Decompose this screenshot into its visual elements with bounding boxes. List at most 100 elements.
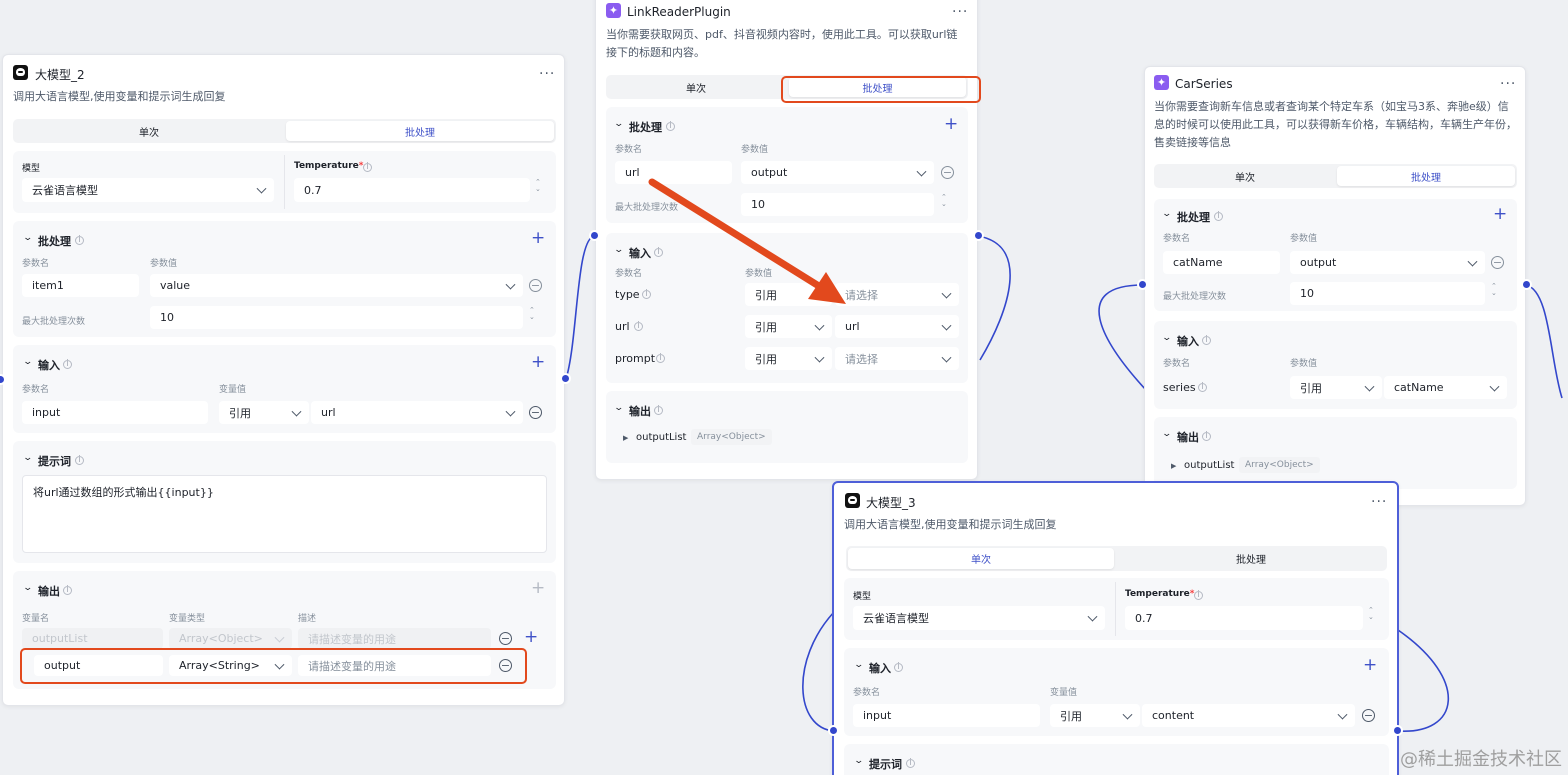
- add-icon[interactable]: +: [531, 580, 545, 597]
- tab-single[interactable]: 单次: [15, 121, 283, 141]
- max-batch-stepper[interactable]: ⌃ ⌄: [529, 307, 535, 321]
- remove-icon[interactable]: −: [1491, 256, 1504, 269]
- port-handle[interactable]: [1521, 279, 1532, 290]
- batch-section: ⌄ 批处理 i + 参数名 参数值 item1 value − 最大批处理次数 …: [13, 221, 556, 337]
- add-icon[interactable]: +: [524, 629, 538, 646]
- remove-icon[interactable]: −: [529, 279, 542, 292]
- expand-icon[interactable]: ▶: [623, 434, 628, 442]
- remove-icon[interactable]: −: [941, 166, 954, 179]
- tab-single[interactable]: 单次: [848, 548, 1114, 569]
- plugin-icon: ✦: [606, 3, 621, 18]
- more-icon[interactable]: ···: [1371, 495, 1387, 509]
- chevron-down-icon[interactable]: ⌄: [1161, 209, 1172, 219]
- input-value-select[interactable]: url: [835, 315, 959, 338]
- max-batch-label: 最大批处理次数: [615, 203, 679, 213]
- model-value: 云雀语言模型: [863, 612, 929, 625]
- chevron-down-icon[interactable]: ⌄: [22, 453, 33, 463]
- batch-param-value-select[interactable]: output: [741, 161, 934, 184]
- more-icon[interactable]: ···: [539, 67, 555, 81]
- temperature-stepper[interactable]: ⌃ ⌄: [1368, 607, 1374, 621]
- batch-param-name-input[interactable]: url: [615, 161, 732, 184]
- node-llm-2[interactable]: 大模型_2 ··· 调用大语言模型,使用变量和提示词生成回复 单次 批处理 模型…: [2, 54, 565, 706]
- remove-icon[interactable]: −: [1362, 709, 1375, 722]
- chevron-down-icon: [814, 288, 825, 299]
- prompt-textarea[interactable]: 将url通过数组的形式输出{{input}}: [22, 475, 547, 553]
- model-label: 模型: [22, 164, 41, 174]
- expand-icon[interactable]: ▶: [1171, 462, 1176, 470]
- batch-param-value-select[interactable]: output: [1290, 251, 1485, 274]
- chevron-down-icon[interactable]: ⌄: [853, 756, 864, 766]
- port-handle[interactable]: [973, 230, 984, 241]
- add-icon[interactable]: +: [531, 354, 545, 371]
- max-batch-stepper[interactable]: ⌃ ⌄: [941, 194, 947, 208]
- input-value-select[interactable]: catName: [1384, 376, 1507, 399]
- param-value-label: 参数值: [741, 145, 769, 155]
- input-value-select[interactable]: 请选择: [835, 283, 959, 306]
- port-handle[interactable]: [560, 373, 571, 384]
- add-icon[interactable]: +: [531, 230, 545, 247]
- input-value-select[interactable]: url: [311, 401, 523, 424]
- batch-param-value-select[interactable]: value: [150, 274, 523, 297]
- model-select[interactable]: 云雀语言模型: [22, 178, 274, 202]
- info-icon: i: [363, 163, 372, 172]
- remove-icon[interactable]: −: [529, 406, 542, 419]
- chevron-down-icon: [1337, 709, 1348, 720]
- tab-batch[interactable]: 批处理: [286, 121, 554, 141]
- batch-param-name-input[interactable]: catName: [1163, 251, 1280, 274]
- chevron-down-icon[interactable]: ⌄: [22, 357, 33, 367]
- add-icon[interactable]: +: [944, 116, 958, 133]
- model-select[interactable]: 云雀语言模型: [853, 606, 1105, 630]
- chevron-down-icon[interactable]: ⌄: [22, 233, 33, 243]
- input-name-field[interactable]: input: [853, 704, 1040, 727]
- info-icon: i: [654, 248, 663, 257]
- port-handle[interactable]: [1137, 279, 1148, 290]
- node-link-reader[interactable]: ✦ LinkReaderPlugin ··· 当你需要获取网页、pdf、抖音视频…: [595, 0, 978, 480]
- var-value-label: 变量值: [219, 385, 247, 395]
- input-ref-select[interactable]: 引用: [1290, 376, 1382, 399]
- input-value-select[interactable]: content: [1142, 704, 1355, 727]
- max-batch-input[interactable]: 10: [741, 193, 934, 216]
- port-handle[interactable]: [589, 230, 600, 241]
- chevron-down-icon[interactable]: ⌄: [613, 245, 624, 255]
- temperature-stepper[interactable]: ⌃ ⌄: [535, 179, 541, 193]
- remove-icon[interactable]: −: [499, 632, 512, 645]
- chevron-down-icon[interactable]: ⌄: [1161, 333, 1172, 343]
- node-car-series[interactable]: ✦ CarSeries ··· 当你需要查询新车信息或者查询某个特定车系（如宝马…: [1144, 66, 1526, 506]
- max-batch-stepper[interactable]: ⌃ ⌄: [1491, 283, 1497, 297]
- temperature-input[interactable]: 0.7: [1125, 606, 1363, 630]
- input-ref-select[interactable]: 引用: [745, 283, 832, 306]
- tab-batch[interactable]: 批处理: [1337, 166, 1515, 186]
- input-name-field[interactable]: input: [22, 401, 208, 424]
- batch-param-name-input[interactable]: item1: [22, 274, 139, 297]
- temperature-input[interactable]: 0.7: [294, 178, 530, 202]
- tab-single[interactable]: 单次: [608, 77, 784, 97]
- info-icon: i: [1202, 336, 1211, 345]
- tab-single[interactable]: 单次: [1156, 166, 1334, 186]
- chevron-down-icon[interactable]: ⌄: [1161, 429, 1172, 439]
- info-icon: i: [75, 456, 84, 465]
- input-ref-select[interactable]: 引用: [745, 347, 832, 370]
- info-icon: i: [654, 406, 663, 415]
- max-batch-input[interactable]: 10: [150, 306, 523, 329]
- tab-batch[interactable]: 批处理: [1117, 548, 1385, 569]
- output-title: 输出: [629, 405, 651, 418]
- input-ref-select[interactable]: 引用: [219, 401, 309, 424]
- input-ref-select[interactable]: 引用: [1050, 704, 1140, 727]
- port-handle[interactable]: [1392, 725, 1403, 736]
- max-batch-input[interactable]: 10: [1290, 282, 1485, 305]
- chevron-down-icon[interactable]: ⌄: [613, 119, 624, 129]
- node-llm-3[interactable]: 大模型_3 ··· 调用大语言模型,使用变量和提示词生成回复 单次 批处理 模型…: [832, 481, 1399, 775]
- add-icon[interactable]: +: [1493, 206, 1507, 223]
- port-handle[interactable]: [828, 725, 839, 736]
- add-icon[interactable]: +: [1363, 657, 1377, 674]
- input-row-label: url: [615, 320, 630, 333]
- input-title: 输入: [1177, 335, 1199, 348]
- chevron-down-icon[interactable]: ⌄: [613, 403, 624, 413]
- output-section: ⌄ 输出 i ▶ outputList Array<Object>: [606, 391, 968, 463]
- chevron-down-icon[interactable]: ⌄: [853, 660, 864, 670]
- more-icon[interactable]: ···: [1500, 77, 1516, 91]
- chevron-down-icon[interactable]: ⌄: [22, 583, 33, 593]
- input-value-select[interactable]: 请选择: [835, 347, 959, 370]
- more-icon[interactable]: ···: [952, 5, 968, 19]
- input-ref-select[interactable]: 引用: [745, 315, 832, 338]
